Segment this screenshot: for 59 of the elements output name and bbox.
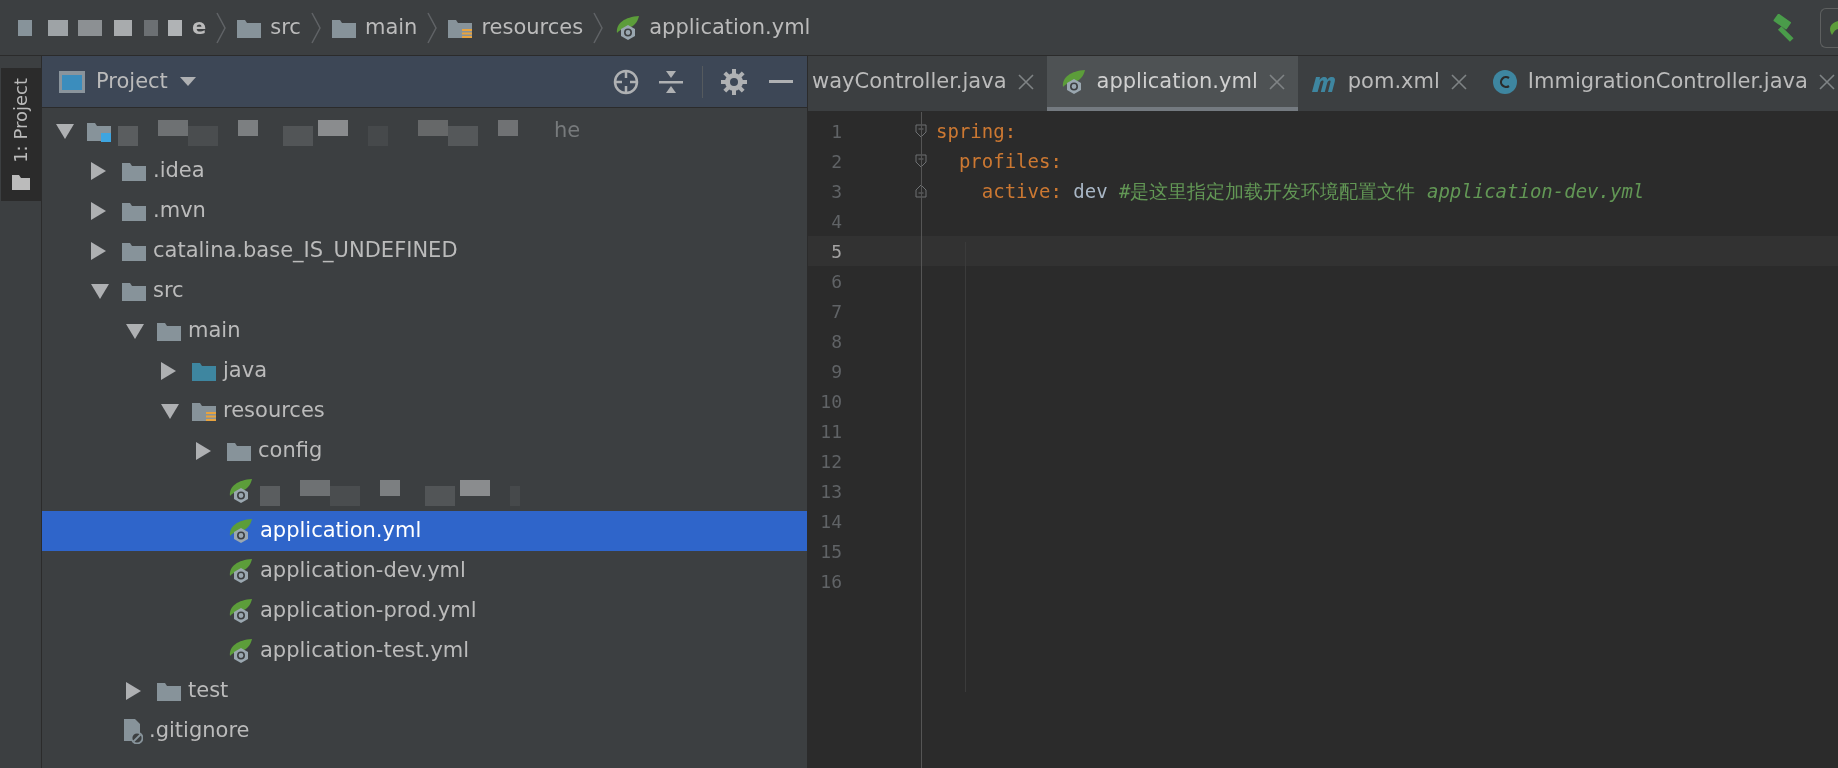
breadcrumb-item[interactable]: e (192, 11, 207, 44)
tree-item[interactable]: application-prod.yml (42, 591, 807, 631)
tree-item[interactable]: java (42, 351, 807, 391)
line-number: 1 (830, 119, 842, 144)
tree-item[interactable]: main (42, 311, 807, 351)
tree-item-label: .gitignore (149, 717, 250, 745)
line-number: 15 (819, 539, 842, 564)
tree-item-label: he (554, 117, 581, 145)
line-number: 16 (819, 569, 842, 594)
line-number: 8 (830, 329, 842, 354)
tree-item-label: .mvn (153, 197, 206, 225)
code-line: profiles: (957, 148, 1062, 174)
tool-window-button[interactable]: 1: Project (0, 68, 41, 201)
code-line: active: dev #是这里指定加载开发环境配置文件 application-dev.yml (980, 178, 1645, 204)
tree-item-label: src (153, 277, 184, 305)
line-number: 10 (819, 389, 842, 414)
tree-item-label: .idea (153, 157, 205, 185)
line-number: 12 (819, 449, 842, 474)
tree-item-label: config (258, 437, 323, 465)
editor-tab[interactable]: application.yml (1046, 56, 1298, 111)
tree-item-label: application-dev.yml (260, 557, 466, 585)
line-number: 9 (830, 359, 842, 384)
tree-item[interactable]: catalina.base_IS_UNDEFINED (42, 231, 807, 271)
tree-item-label: main (188, 317, 241, 345)
tree-item-label: resources (223, 397, 325, 425)
tree-item[interactable]: test (42, 671, 807, 711)
code-line: spring: (936, 118, 1017, 144)
breadcrumb-item[interactable]: resources (481, 11, 584, 44)
tree-item[interactable]: application-dev.yml (42, 551, 807, 591)
line-number: 11 (819, 419, 842, 444)
panel-title[interactable]: Project (96, 65, 168, 98)
tree-item-label: java (223, 357, 267, 385)
line-number: 3 (830, 179, 842, 204)
tree-item[interactable]: config (42, 431, 807, 471)
tree-item[interactable]: .gitignore (42, 711, 807, 751)
line-number: 5 (830, 239, 842, 264)
editor-tab[interactable]: ImmigrationController.java (1479, 56, 1838, 111)
tree-item-label: application-prod.yml (260, 597, 477, 625)
editor-tab[interactable]: pom.xml (1297, 56, 1480, 111)
tree-item[interactable]: .idea (42, 151, 807, 191)
tree-item-label: application-test.yml (260, 637, 470, 665)
line-number: 2 (830, 149, 842, 174)
tree-item[interactable]: application-test.yml (42, 631, 807, 671)
editor-tab[interactable]: wayController.java (808, 56, 1047, 111)
tree-item[interactable]: src (42, 271, 807, 311)
breadcrumb-item[interactable]: application.yml (649, 11, 811, 44)
tree-item-label: test (188, 677, 229, 705)
breadcrumb-item[interactable]: main (364, 11, 418, 44)
tree-item-label: catalina.base_IS_UNDEFINED (153, 237, 458, 265)
tree-item[interactable]: .mvn (42, 191, 807, 231)
tree-item[interactable]: resources (42, 391, 807, 431)
line-number: 13 (819, 479, 842, 504)
breadcrumb-item[interactable]: src (270, 11, 301, 44)
tree-item[interactable]: application.yml (42, 511, 807, 551)
line-number: 4 (830, 209, 842, 234)
line-number: 7 (830, 299, 842, 324)
line-number: 6 (830, 269, 842, 294)
tree-item-label: application.yml (260, 517, 422, 545)
line-number: 14 (819, 509, 842, 534)
